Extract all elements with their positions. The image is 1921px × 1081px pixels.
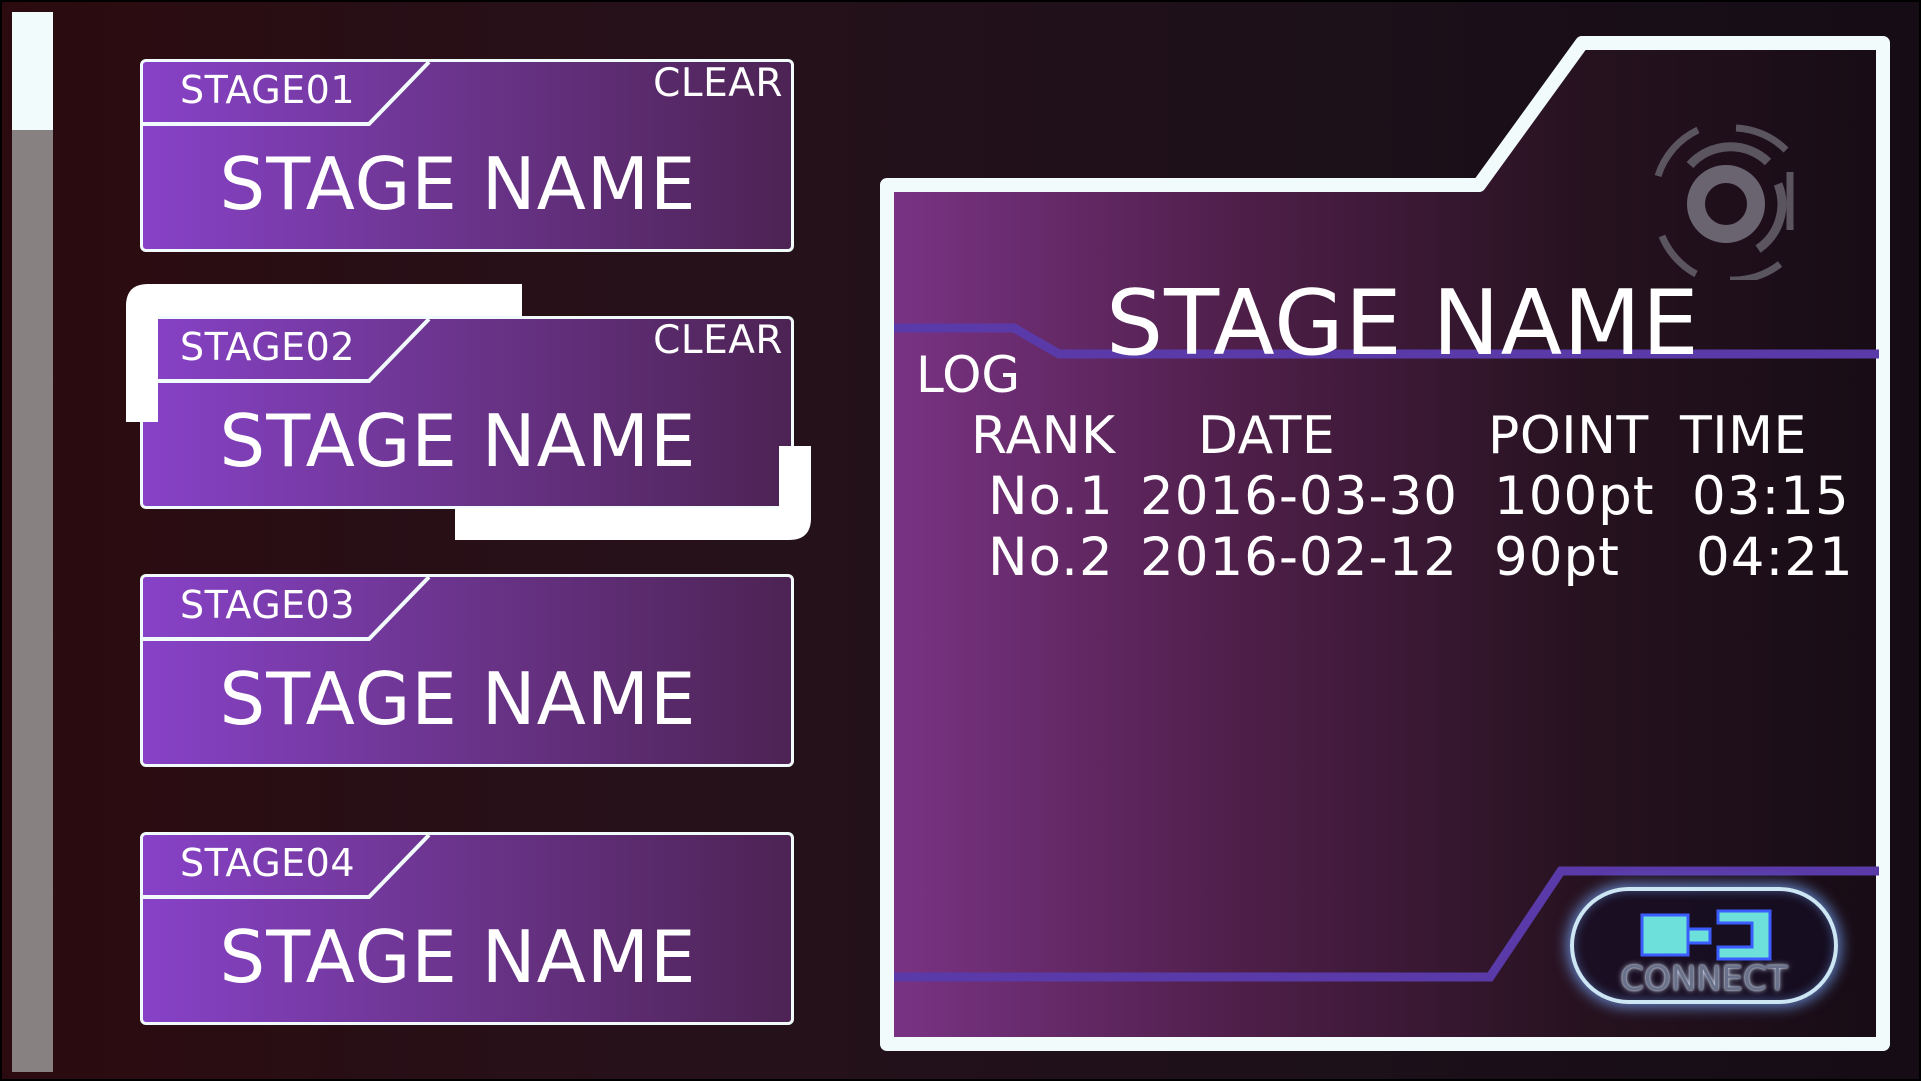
stage-name-label: STAGE NAME — [219, 657, 697, 741]
stage-card-02[interactable]: STAGE02 CLEAR STAGE NAME — [140, 316, 794, 509]
stage-name-label: STAGE NAME — [219, 915, 697, 999]
stage-detail-panel: STAGE NAME LOG RANK DATE POINT TIME No.1… — [878, 34, 1892, 1054]
stage-card-01[interactable]: STAGE01 CLEAR STAGE NAME — [140, 59, 794, 252]
log-rank-cell: No.2 — [988, 527, 1114, 588]
log-time-cell: 03:15 — [1692, 466, 1850, 527]
log-date-cell: 2016-03-30 — [1140, 466, 1459, 527]
scrollbar-thumb[interactable] — [12, 12, 53, 130]
log-date-cell: 2016-02-12 — [1140, 527, 1459, 588]
stage-name-label: STAGE NAME — [219, 142, 697, 226]
stage-card-04[interactable]: STAGE04 STAGE NAME — [140, 832, 794, 1025]
log-header-time: TIME — [1680, 406, 1807, 466]
log-point-cell: 100pt — [1494, 466, 1655, 527]
stage-name-label: STAGE NAME — [219, 399, 697, 483]
connect-label: CONNECT — [1620, 959, 1788, 999]
log-time-cell: 04:21 — [1696, 527, 1854, 588]
connect-button[interactable]: CONNECT — [1570, 887, 1838, 1004]
log-point-cell: 90pt — [1494, 527, 1620, 588]
log-header-point: POINT — [1488, 406, 1649, 466]
log-header-date: DATE — [1198, 406, 1336, 466]
clear-badge: CLEAR — [653, 61, 783, 106]
stage-id-label: STAGE03 — [180, 583, 356, 627]
stage-id-label: STAGE02 — [180, 325, 356, 369]
log-rank-cell: No.1 — [988, 466, 1114, 527]
stage-id-label: STAGE01 — [180, 68, 356, 112]
stage-id-label: STAGE04 — [180, 841, 356, 885]
stage-card-03[interactable]: STAGE03 STAGE NAME — [140, 574, 794, 767]
stage-select-screen: STAGE01 CLEAR STAGE NAME STAGE02 CLEAR S… — [2, 2, 1919, 1079]
log-header-rank: RANK — [971, 406, 1116, 466]
clear-badge: CLEAR — [653, 318, 783, 363]
log-label: LOG — [916, 346, 1021, 404]
connector-plug-icon — [1640, 909, 1772, 961]
detail-stage-title: STAGE NAME — [1106, 271, 1700, 376]
scrollbar-track[interactable] — [12, 12, 53, 1072]
